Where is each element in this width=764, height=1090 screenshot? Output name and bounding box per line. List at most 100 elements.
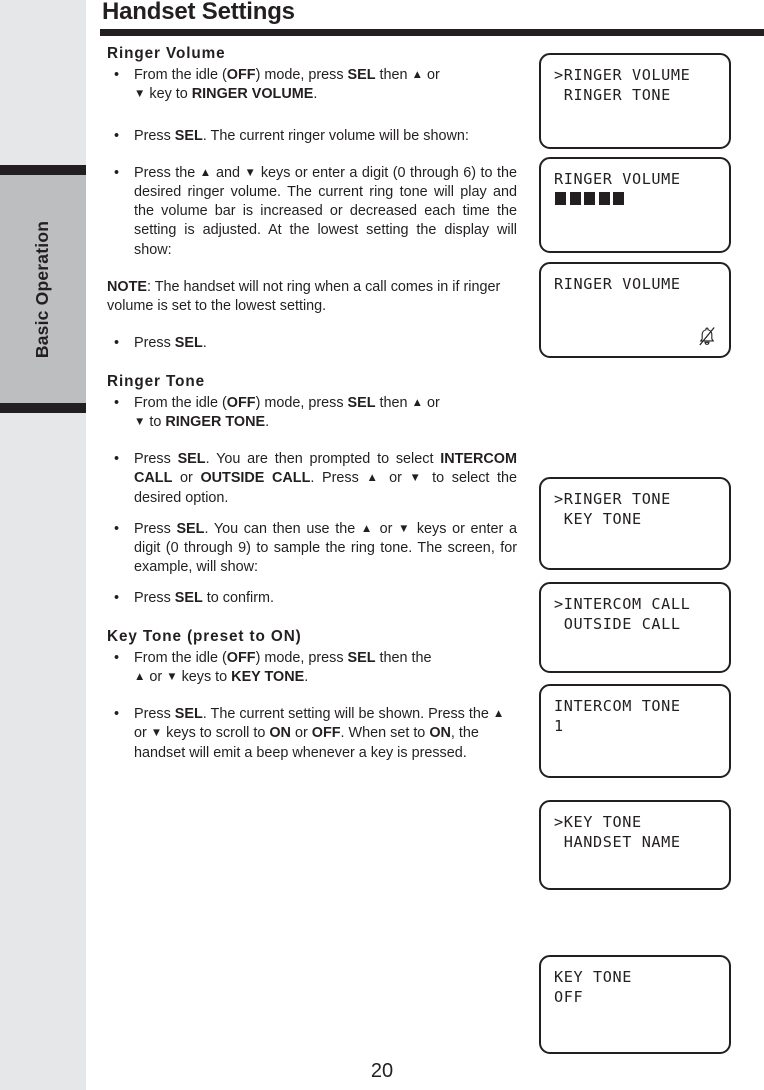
text-bold-off: OFF	[226, 649, 256, 666]
lcd-line-1: INTERCOM TONE	[554, 697, 681, 715]
text-frag: or	[172, 470, 201, 487]
text-bold-on: ON	[269, 725, 291, 742]
text-bold-sel: SEL	[176, 520, 205, 537]
lcd-ringer-tone-menu: >RINGER TONE KEY TONE	[539, 477, 731, 570]
text-bold-sel: SEL	[174, 127, 203, 144]
lcd-line-1: RINGER VOLUME	[554, 275, 681, 293]
lcd-ringer-volume-level: RINGER VOLUME	[539, 157, 731, 253]
instruction-text-column: Ringer Volume • From the idle (OFF) mode,…	[107, 44, 517, 763]
volume-level-bar	[555, 192, 624, 205]
text-frag: or	[290, 725, 312, 742]
text-bold-sel: SEL	[347, 649, 376, 666]
lcd-line-1: >RINGER TONE	[554, 490, 671, 508]
text-frag: .	[265, 413, 270, 430]
tab-divider-top	[0, 165, 86, 175]
text-frag: or	[145, 668, 167, 685]
text-bold-off: OFF	[226, 67, 256, 84]
page-title: Handset Settings	[102, 0, 295, 25]
up-arrow-icon: ▲	[411, 396, 423, 409]
text-frag: ) mode, press	[255, 67, 348, 84]
ringer-tone-step-2: • Press SEL. You are then prompted to se…	[107, 450, 517, 508]
tab-divider-bottom	[0, 403, 86, 413]
lcd-line-1: RINGER VOLUME	[554, 170, 681, 188]
text-bold-sel: SEL	[174, 706, 203, 723]
text-frag: . The current setting will be shown. Pre…	[202, 706, 493, 723]
text-frag: keys to scroll to	[162, 725, 270, 742]
ringer-tone-step-1: • From the idle (OFF) mode, press SEL the…	[107, 394, 517, 432]
up-arrow-icon: ▲	[411, 69, 423, 82]
key-tone-step-1: • From the idle (OFF) mode, press SEL the…	[107, 649, 517, 687]
chapter-tab-label: Basic Operation	[32, 220, 53, 358]
bullet-dot: •	[114, 67, 120, 84]
lcd-call-type-menu: >INTERCOM CALL OUTSIDE CALL	[539, 582, 731, 673]
text-frag: key to	[145, 86, 192, 103]
text-frag: Press	[134, 520, 177, 537]
section-heading-key-tone: Key Tone (preset to ON)	[107, 627, 302, 645]
ringer-volume-note: NOTE: The handset will not ring when a c…	[107, 278, 517, 316]
page-edge-strip	[0, 0, 86, 1090]
text-frag: .	[304, 668, 309, 685]
down-arrow-icon: ▼	[134, 415, 146, 428]
ringer-volume-step-2: • Press SEL. The current ringer volume wi…	[107, 127, 517, 146]
down-arrow-icon: ▼	[150, 727, 163, 740]
text-frag: or	[381, 470, 410, 487]
volume-bar-block	[569, 192, 581, 205]
bullet-dot: •	[114, 335, 120, 352]
chapter-tab-label-wrap: Basic Operation	[0, 175, 86, 403]
title-rule	[100, 29, 764, 36]
text-bold-off: OFF	[226, 394, 256, 411]
text-bold-target: KEY TONE	[231, 668, 305, 685]
text-frag: ) mode, press	[255, 649, 348, 666]
text-frag: to confirm.	[202, 590, 274, 607]
volume-bar-block	[584, 192, 595, 205]
lcd-intercom-tone-value: INTERCOM TONE 1	[539, 684, 731, 778]
text-bold-on: ON	[429, 725, 451, 742]
text-frag: or	[373, 520, 399, 537]
key-tone-step-2: • Press SEL. The current setting will be …	[107, 705, 517, 763]
lcd-line-2: RINGER TONE	[554, 86, 671, 104]
up-arrow-icon: ▲	[492, 708, 505, 721]
lcd-line-2: OUTSIDE CALL	[554, 615, 681, 633]
lcd-line-2: 1	[554, 717, 564, 735]
ringer-volume-step-1: • From the idle (OFF) mode, press SEL the…	[107, 66, 517, 104]
note-text: : The handset will not ring when a call …	[107, 278, 501, 315]
bullet-dot: •	[114, 394, 120, 411]
volume-bar-block	[613, 192, 624, 205]
section-heading-ringer-tone: Ringer Tone	[107, 372, 205, 390]
text-bold-sel: SEL	[177, 451, 206, 468]
text-frag: keys to	[177, 668, 232, 685]
lcd-line-1: >RINGER VOLUME	[554, 66, 691, 84]
text-frag: . You can then use the	[204, 520, 361, 537]
text-bold-sel: SEL	[174, 335, 203, 352]
text-frag: or	[134, 725, 151, 742]
text-frag: then	[375, 394, 412, 411]
up-arrow-icon: ▲	[360, 522, 374, 535]
lcd-line-1: >INTERCOM CALL	[554, 595, 691, 613]
lcd-key-tone-menu: >KEY TONE HANDSET NAME	[539, 800, 731, 890]
volume-bar-block	[598, 192, 610, 205]
volume-bar-block	[555, 192, 566, 205]
text-bold-sel: SEL	[174, 590, 203, 607]
text-frag: Press the	[134, 164, 200, 181]
up-arrow-icon: ▲	[134, 670, 146, 683]
bullet-dot: •	[114, 451, 120, 468]
text-frag: or	[422, 394, 440, 411]
bullet-dot: •	[114, 164, 120, 181]
bullet-dot: •	[114, 520, 120, 537]
text-frag: .	[313, 86, 318, 103]
ringer-volume-step-3: • Press the ▲ and ▼ keys or enter a digit…	[107, 164, 517, 260]
lcd-line-2: OFF	[554, 988, 584, 1006]
lcd-line-2: KEY TONE	[554, 510, 642, 528]
lcd-ringer-volume-menu: >RINGER VOLUME RINGER TONE	[539, 53, 731, 149]
down-arrow-icon: ▼	[244, 166, 257, 179]
section-heading-ringer-volume: Ringer Volume	[107, 45, 226, 62]
lcd-line-2: HANDSET NAME	[554, 833, 681, 851]
bell-off-icon	[699, 327, 715, 346]
text-bold-outside-call: OUTSIDE CALL	[200, 470, 311, 487]
text-frag: ) mode, press	[255, 394, 348, 411]
text-bold-target: RINGER TONE	[165, 413, 266, 430]
down-arrow-icon: ▼	[134, 88, 146, 101]
text-frag: Press	[134, 590, 175, 607]
text-bold-sel: SEL	[347, 67, 376, 84]
lcd-key-tone-value: KEY TONE OFF	[539, 955, 731, 1054]
